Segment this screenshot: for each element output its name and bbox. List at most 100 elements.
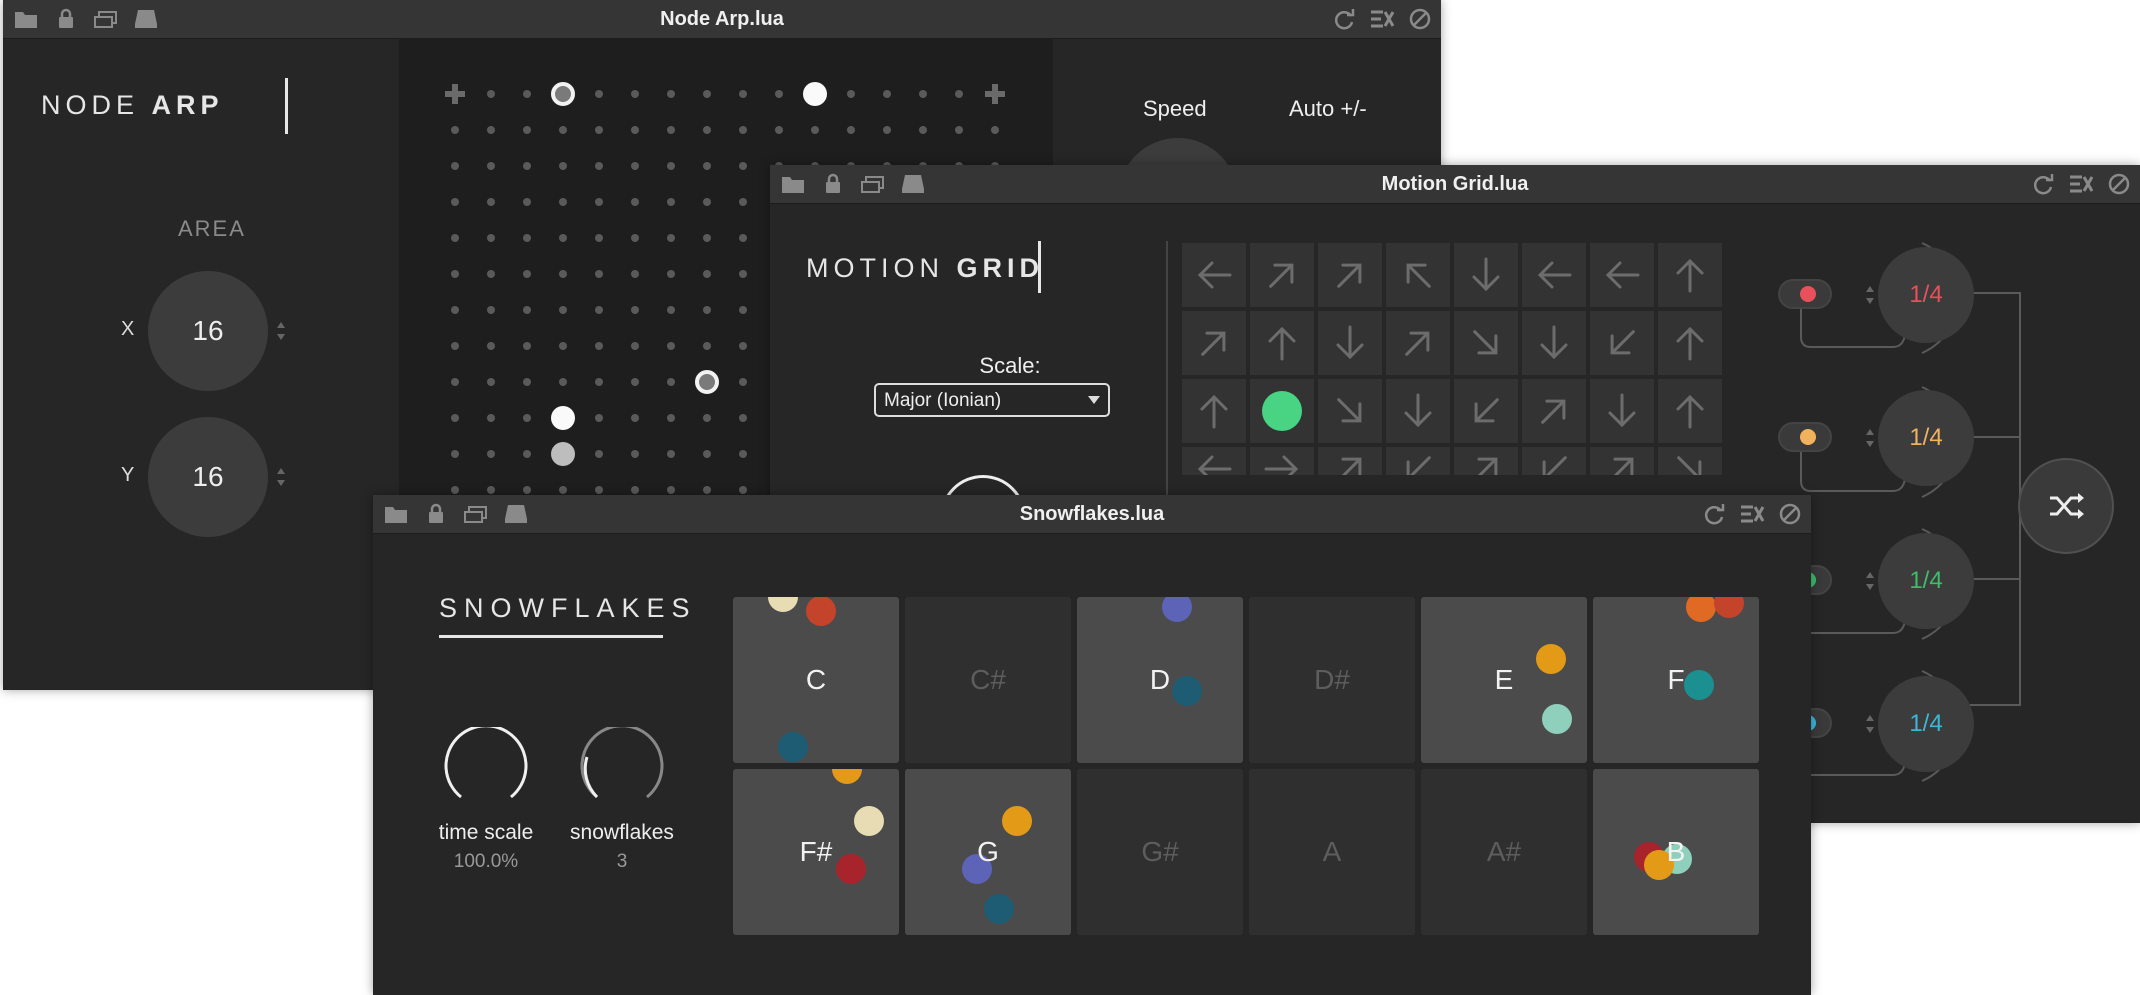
grid-dot[interactable] <box>703 126 711 134</box>
grid-cell[interactable] <box>1522 379 1586 443</box>
grid-dot[interactable] <box>739 126 747 134</box>
snowflakes-knob[interactable] <box>577 727 667 817</box>
grid-cell[interactable] <box>1658 379 1722 443</box>
arp-node[interactable] <box>551 82 575 106</box>
grid-dot[interactable] <box>595 378 603 386</box>
grid-cell[interactable] <box>1182 379 1246 443</box>
grid-dot[interactable] <box>523 234 531 242</box>
grid-cell[interactable] <box>1658 311 1722 375</box>
grid-dot[interactable] <box>451 450 459 458</box>
grid-dot[interactable] <box>523 90 531 98</box>
grid-dot[interactable] <box>739 270 747 278</box>
grid-dot[interactable] <box>667 198 675 206</box>
grid-dot[interactable] <box>559 126 567 134</box>
grid-dot[interactable] <box>955 126 963 134</box>
grid-dot[interactable] <box>667 378 675 386</box>
grid-dot[interactable] <box>595 126 603 134</box>
grid-dot[interactable] <box>739 450 747 458</box>
grid-dot[interactable] <box>595 162 603 170</box>
note-tile[interactable]: G <box>905 769 1071 935</box>
grid-cell[interactable] <box>1454 447 1518 475</box>
grid-dot[interactable] <box>523 486 531 494</box>
lane-toggle[interactable] <box>1778 279 1832 309</box>
grid-dot[interactable] <box>595 486 603 494</box>
disable-icon[interactable] <box>1407 7 1433 31</box>
grid-dot[interactable] <box>451 270 459 278</box>
arp-node[interactable] <box>551 406 575 430</box>
note-tile[interactable]: E <box>1421 597 1587 763</box>
grid-dot[interactable] <box>451 306 459 314</box>
grid-dot[interactable] <box>775 90 783 98</box>
grid-dot[interactable] <box>667 414 675 422</box>
grid-dot[interactable] <box>487 198 495 206</box>
grid-dot[interactable] <box>847 90 855 98</box>
grid-dot[interactable] <box>559 198 567 206</box>
grid-dot[interactable] <box>523 342 531 350</box>
grid-dot[interactable] <box>991 126 999 134</box>
grid-dot[interactable] <box>523 450 531 458</box>
arp-node[interactable] <box>551 442 575 466</box>
note-tile[interactable]: C <box>733 597 899 763</box>
note-tile[interactable]: B <box>1593 769 1759 935</box>
disable-icon[interactable] <box>1777 502 1803 526</box>
grid-dot[interactable] <box>739 162 747 170</box>
grid-dot[interactable] <box>595 198 603 206</box>
grid-cell[interactable] <box>1522 447 1586 475</box>
scale-dropdown[interactable]: Major (Ionian) <box>874 383 1110 417</box>
grid-dot[interactable] <box>955 90 963 98</box>
grid-cell[interactable] <box>1522 311 1586 375</box>
grid-cell[interactable] <box>1658 447 1722 475</box>
x-spinner-icon[interactable] <box>275 320 287 342</box>
lane-spinner-icon[interactable] <box>1864 713 1876 735</box>
grid-dot[interactable] <box>703 414 711 422</box>
grid-dot[interactable] <box>667 342 675 350</box>
grid-dot[interactable] <box>451 162 459 170</box>
grid-cell[interactable] <box>1522 243 1586 307</box>
grid-dot[interactable] <box>847 126 855 134</box>
grid-dot[interactable] <box>919 90 927 98</box>
lane-spinner-icon[interactable] <box>1864 570 1876 592</box>
grid-dot[interactable] <box>739 90 747 98</box>
lane-rate-knob[interactable]: 1/4 <box>1878 247 1974 343</box>
grid-dot[interactable] <box>667 306 675 314</box>
grid-cell[interactable] <box>1250 243 1314 307</box>
grid-cell[interactable] <box>1386 243 1450 307</box>
grid-dot[interactable] <box>631 126 639 134</box>
lane-spinner-icon[interactable] <box>1864 427 1876 449</box>
grid-dot[interactable] <box>631 234 639 242</box>
y-spinner-icon[interactable] <box>275 466 287 488</box>
note-tile[interactable]: A# <box>1421 769 1587 935</box>
grid-cell[interactable] <box>1318 311 1382 375</box>
grid-dot[interactable] <box>451 234 459 242</box>
lane-toggle[interactable] <box>1778 422 1832 452</box>
arrow-grid[interactable] <box>1182 243 1732 523</box>
x-number-box[interactable]: 16 <box>148 271 268 391</box>
grid-dot[interactable] <box>451 126 459 134</box>
grid-dot[interactable] <box>523 162 531 170</box>
grid-dot[interactable] <box>703 270 711 278</box>
grid-dot[interactable] <box>487 414 495 422</box>
grid-dot[interactable] <box>487 306 495 314</box>
grid-cell[interactable] <box>1250 447 1314 475</box>
grid-dot[interactable] <box>631 306 639 314</box>
grid-cell[interactable] <box>1318 243 1382 307</box>
grid-dot[interactable] <box>451 486 459 494</box>
grid-cell[interactable] <box>1658 243 1722 307</box>
grid-dot[interactable] <box>775 126 783 134</box>
grid-dot[interactable] <box>559 270 567 278</box>
grid-dot[interactable] <box>667 234 675 242</box>
grid-dot[interactable] <box>487 234 495 242</box>
note-tile[interactable]: G# <box>1077 769 1243 935</box>
grid-dot[interactable] <box>595 342 603 350</box>
grid-dot[interactable] <box>451 342 459 350</box>
grid-dot[interactable] <box>739 486 747 494</box>
grid-cell[interactable] <box>1318 379 1382 443</box>
grid-dot[interactable] <box>487 486 495 494</box>
grid-cell[interactable] <box>1182 447 1246 475</box>
grid-dot[interactable] <box>451 198 459 206</box>
grid-dot[interactable] <box>559 342 567 350</box>
grid-dot[interactable] <box>559 234 567 242</box>
grid-dot[interactable] <box>523 198 531 206</box>
grid-cell[interactable] <box>1386 311 1450 375</box>
grid-dot[interactable] <box>667 486 675 494</box>
